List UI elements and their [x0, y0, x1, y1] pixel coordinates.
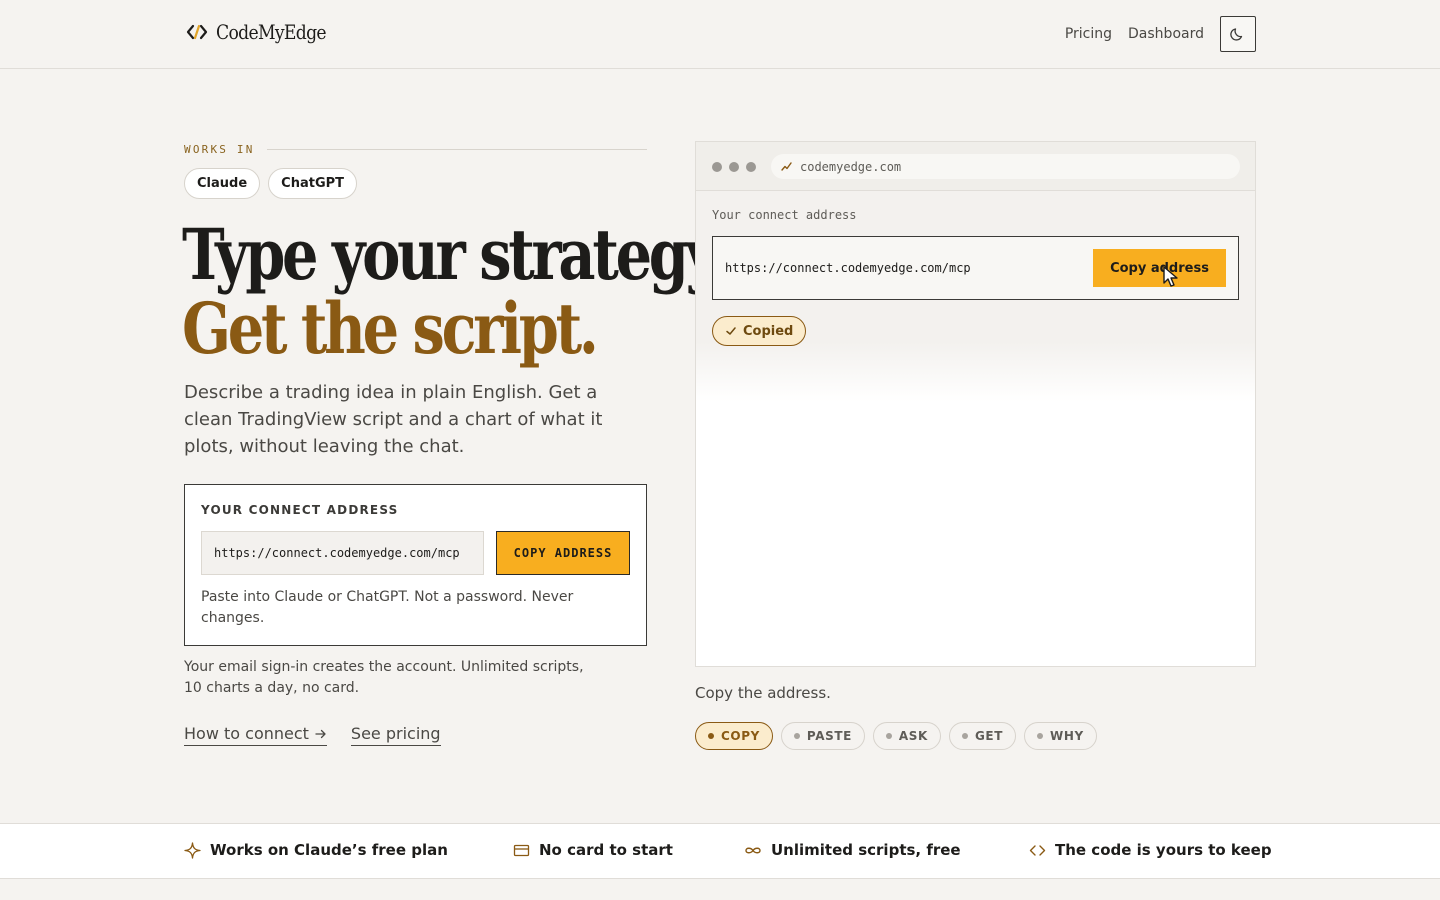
how-to-connect-link[interactable]: How to connect	[184, 724, 327, 746]
check-icon	[726, 327, 736, 335]
connect-card-hint: Paste into Claude or ChatGPT. Not a pass…	[201, 589, 574, 626]
logo[interactable]: CodeMyEdge	[186, 20, 344, 44]
browser-url-bar: codemyedge.com	[771, 154, 1240, 179]
demo-step-caption: Copy the address.	[695, 684, 831, 702]
site-header: CodeMyEdge Pricing Dashboard	[0, 0, 1440, 69]
feature-strip: Works on Claude’s free plan No card to s…	[0, 823, 1440, 879]
step-ask[interactable]: ASK	[872, 722, 941, 750]
hero-links: How to connect See pricing	[184, 724, 441, 746]
demo-address-field: https://connect.codemyedge.com/mcp Copy …	[712, 236, 1239, 300]
divider	[266, 149, 647, 150]
copied-label: Copied	[743, 323, 794, 339]
hero-description: Describe a trading idea in plain English…	[184, 382, 603, 457]
trend-chart-icon	[781, 162, 792, 171]
how-to-connect-label: How to connect	[184, 724, 309, 743]
chip-chatgpt: ChatGPT	[268, 168, 358, 199]
mouse-cursor-icon	[1163, 266, 1178, 287]
feature-label: Works on Claude’s free plan	[210, 841, 448, 859]
window-dot-icon	[712, 162, 722, 172]
step-copy[interactable]: COPY	[695, 722, 773, 750]
moon-icon	[1230, 28, 1243, 41]
demo-copy-address-button[interactable]: Copy address	[1093, 249, 1226, 287]
step-dot-icon	[1037, 733, 1043, 739]
feature-no-card: No card to start	[513, 841, 673, 859]
browser-demo: codemyedge.com Your connect address http…	[695, 141, 1256, 667]
feature-unlimited-scripts: Unlimited scripts, free	[744, 841, 961, 859]
chip-claude: Claude	[184, 168, 261, 199]
logo-text: CodeMyEdge	[216, 20, 327, 44]
card-icon	[513, 844, 530, 856]
arrow-right-icon	[315, 729, 326, 738]
step-label: PASTE	[806, 729, 852, 743]
window-dot-icon	[746, 162, 756, 172]
step-dot-icon	[961, 733, 968, 739]
connect-address-card: YOUR CONNECT ADDRESS https://connect.cod…	[184, 484, 647, 646]
step-get[interactable]: GET	[948, 722, 1016, 750]
nav-dashboard[interactable]: Dashboard	[1128, 26, 1204, 42]
step-label: ASK	[898, 729, 928, 743]
window-dot-icon	[729, 162, 739, 172]
top-nav: Pricing Dashboard	[1065, 16, 1256, 52]
feature-label: The code is yours to keep	[1055, 841, 1272, 859]
browser-toolbar: codemyedge.com	[696, 142, 1255, 191]
step-label: GET	[974, 729, 1003, 743]
step-label: WHY	[1050, 729, 1084, 743]
code-icon	[1029, 844, 1046, 856]
code-logo-icon	[186, 24, 208, 40]
infinity-icon	[745, 847, 761, 853]
nav-pricing[interactable]: Pricing	[1065, 26, 1112, 42]
copied-badge: Copied	[712, 316, 807, 346]
step-paste[interactable]: PASTE	[780, 722, 865, 750]
theme-toggle-button[interactable]	[1220, 16, 1256, 52]
step-dot-icon	[793, 733, 800, 739]
connect-card-title: YOUR CONNECT ADDRESS	[201, 503, 399, 517]
demo-steps: COPY PASTE ASK GET WHY	[695, 722, 1097, 750]
platform-chips: Claude ChatGPT	[184, 168, 358, 199]
step-label: COPY	[721, 729, 760, 743]
works-in-row: WORKS IN	[184, 143, 647, 156]
demo-address-label: Your connect address	[712, 208, 857, 222]
feature-label: Unlimited scripts, free	[771, 841, 961, 859]
signin-note: Your email sign-in creates the account. …	[184, 659, 584, 696]
headline-line-2: Get the script.	[182, 287, 599, 370]
connect-address-field[interactable]: https://connect.codemyedge.com/mcp	[201, 531, 484, 575]
step-dot-icon	[885, 733, 892, 739]
feature-code-ownership: The code is yours to keep	[1029, 841, 1272, 859]
feature-free-plan: Works on Claude’s free plan	[184, 841, 448, 859]
sparkle-icon	[184, 841, 201, 859]
step-dot-icon	[708, 733, 714, 739]
copy-address-button[interactable]: COPY ADDRESS	[496, 531, 630, 575]
headline-line-1: Type your strategy.	[182, 213, 729, 296]
step-why[interactable]: WHY	[1024, 722, 1097, 750]
feature-label: No card to start	[539, 841, 673, 859]
works-in-label: WORKS IN	[184, 143, 255, 156]
demo-address-value: https://connect.codemyedge.com/mcp	[725, 261, 971, 275]
browser-url-text: codemyedge.com	[800, 159, 902, 174]
see-pricing-link[interactable]: See pricing	[350, 724, 441, 746]
